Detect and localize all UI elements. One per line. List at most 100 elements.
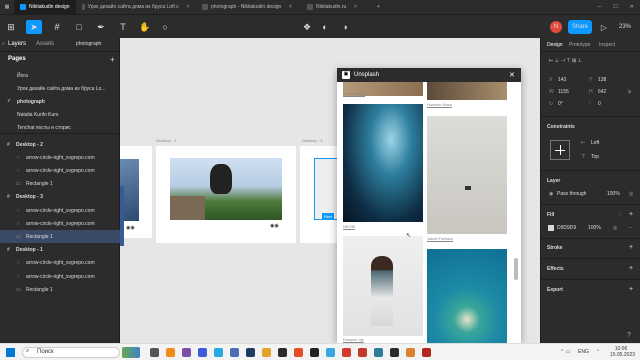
- chrome-icon[interactable]: [294, 348, 303, 357]
- window-menu-icon[interactable]: ▦: [0, 0, 14, 14]
- arrow-circle-icon[interactable]: ◉◉: [270, 223, 279, 229]
- language-indicator[interactable]: ENG: [578, 349, 589, 355]
- rotation-input[interactable]: 0°: [558, 101, 563, 107]
- opera-icon[interactable]: [358, 348, 367, 357]
- close-icon[interactable]: ✕: [186, 4, 190, 10]
- photo-thumbnail[interactable]: [427, 82, 507, 100]
- canvas[interactable]: ◉◉ Desktop - 1 ◉◉ Desktop - 3 Rect ▣ Uns…: [120, 38, 540, 343]
- scrollbar-thumb[interactable]: [514, 258, 518, 280]
- frame-desktop-3[interactable]: Rect: [300, 146, 340, 243]
- tab-layers[interactable]: Layers: [8, 41, 26, 47]
- x-input[interactable]: 143: [558, 77, 566, 83]
- page-item-current[interactable]: photograph: [0, 95, 120, 108]
- layer-item[interactable]: ⁙ arrow-circle-right_svgrepo.com: [0, 151, 120, 164]
- app-icon[interactable]: [374, 348, 383, 357]
- app-icon[interactable]: [406, 348, 415, 357]
- help-icon[interactable]: ?: [627, 332, 631, 339]
- new-tab-button[interactable]: +: [371, 0, 386, 14]
- page-select[interactable]: photograph: [76, 41, 101, 47]
- tab-nikitakudin-design[interactable]: Nikitakudin design: [14, 0, 76, 14]
- zoom-app-icon[interactable]: [198, 348, 207, 357]
- add-export-icon[interactable]: +: [629, 286, 633, 293]
- network-icon[interactable]: ◔: [596, 348, 599, 354]
- add-effect-icon[interactable]: +: [629, 265, 633, 272]
- hand-tool-icon[interactable]: ✋: [138, 20, 152, 34]
- mask-icon[interactable]: ◐: [318, 20, 332, 34]
- resize-icon[interactable]: ⇲: [627, 89, 631, 95]
- h-input[interactable]: 642: [598, 89, 606, 95]
- app-icon[interactable]: [422, 348, 431, 357]
- eye-icon[interactable]: ◎: [613, 225, 617, 231]
- fill-swatch[interactable]: [548, 225, 554, 231]
- photoshop-icon[interactable]: [246, 348, 255, 357]
- tab-inspect[interactable]: Inspect: [599, 42, 615, 48]
- figma-app-icon[interactable]: [278, 348, 287, 357]
- terminal-icon[interactable]: [310, 348, 319, 357]
- styles-icon[interactable]: ⁘: [618, 212, 622, 218]
- blend-select[interactable]: Pass through: [557, 191, 586, 197]
- close-icon[interactable]: ✕: [353, 4, 357, 10]
- layer-frame[interactable]: # Desktop - 1: [0, 244, 120, 257]
- layer-frame[interactable]: # Desktop - 2: [0, 138, 120, 151]
- constraint-v-select[interactable]: Top: [591, 154, 599, 160]
- start-icon[interactable]: [6, 348, 15, 357]
- photo-author-link[interactable]: Felix Rachio: [343, 91, 365, 96]
- layer-item[interactable]: ⁙ arrow-circle-right_svgrepo.com: [0, 270, 120, 283]
- search-icon[interactable]: ⌕: [2, 41, 5, 47]
- search-input[interactable]: Поиск: [22, 347, 120, 358]
- vk-icon[interactable]: [230, 348, 239, 357]
- photo-island[interactable]: [427, 249, 507, 343]
- tab-photograph[interactable]: photograph - Nikitakudin design ✕: [196, 0, 301, 14]
- frame-label[interactable]: Desktop - 1: [156, 138, 176, 143]
- zoom-select[interactable]: 23%: [614, 20, 636, 34]
- present-icon[interactable]: ▷: [598, 20, 610, 34]
- photo-author-link[interactable]: NEOM: [343, 224, 355, 229]
- tab-prototype[interactable]: Prototype: [569, 42, 590, 48]
- photo-desert[interactable]: [427, 116, 507, 234]
- remove-icon[interactable]: −: [629, 225, 632, 231]
- align-icons[interactable]: ⊢ ⊥ ⊣ ⊤ ⊞ ⊥: [549, 58, 582, 64]
- skype-icon[interactable]: [326, 348, 335, 357]
- fill-opacity[interactable]: 100%: [588, 225, 601, 231]
- layer-frame[interactable]: # Desktop - 3: [0, 191, 120, 204]
- layer-item[interactable]: ▭ Rectangle 1: [0, 230, 120, 244]
- layer-item[interactable]: ▭ Rectangle 1: [0, 283, 120, 296]
- layer-item[interactable]: ⁙ arrow-circle-right_svgrepo.com: [0, 204, 120, 217]
- layer-item[interactable]: ⁙ arrow-circle-right_svgrepo.com: [0, 217, 120, 230]
- tray-icons[interactable]: ⌃ ▭: [560, 349, 570, 355]
- photo-author-link[interactable]: Jakob Farkasz: [427, 236, 453, 241]
- constraints-widget[interactable]: [550, 140, 570, 160]
- close-icon[interactable]: ✕: [509, 71, 515, 79]
- page-item[interactable]: Йога: [0, 69, 120, 82]
- fill-hex[interactable]: D9D9D9: [557, 225, 576, 231]
- frame-tool-icon[interactable]: #: [50, 20, 64, 34]
- photo-author-link[interactable]: Hussein Naza: [427, 102, 452, 107]
- add-page-icon[interactable]: +: [110, 55, 115, 64]
- avatar[interactable]: N: [550, 21, 562, 33]
- app-icon[interactable]: [390, 348, 399, 357]
- minimize-icon[interactable]: ─: [592, 0, 608, 14]
- component-icon[interactable]: ❖: [300, 20, 314, 34]
- illustrator-icon[interactable]: [166, 348, 175, 357]
- frame-desktop-1[interactable]: ◉◉: [156, 146, 296, 243]
- share-button[interactable]: Share: [568, 20, 592, 34]
- arrow-circle-icon[interactable]: ◉◉: [126, 225, 135, 231]
- teams-icon[interactable]: [182, 348, 191, 357]
- tab-site[interactable]: Nikitakudin.ru ✕: [301, 0, 371, 14]
- frame-desktop-2[interactable]: ◉◉: [120, 146, 152, 238]
- close-icon[interactable]: ✕: [288, 4, 292, 10]
- explorer-icon[interactable]: [262, 348, 271, 357]
- y-input[interactable]: 138: [598, 77, 606, 83]
- photo-portrait[interactable]: [343, 236, 423, 336]
- photo-author-link[interactable]: Dwayne nje: [343, 337, 364, 342]
- tab-lesson[interactable]: Урок дизайн сайта дома из бруса Loft с ✕: [76, 0, 196, 14]
- tab-assets[interactable]: Assets: [36, 41, 54, 47]
- page-item[interactable]: Урок дизайн сайта дома из бруса Lo...: [0, 82, 120, 95]
- layer-opacity[interactable]: 100%: [607, 191, 620, 197]
- move-tool-icon[interactable]: ➤: [26, 20, 42, 34]
- tab-design[interactable]: Design: [547, 42, 563, 48]
- w-input[interactable]: 1155: [558, 89, 569, 95]
- shape-tool-icon[interactable]: □: [72, 20, 86, 34]
- photo-underwater-cave[interactable]: [343, 104, 423, 222]
- contrast-icon[interactable]: ◑: [338, 20, 352, 34]
